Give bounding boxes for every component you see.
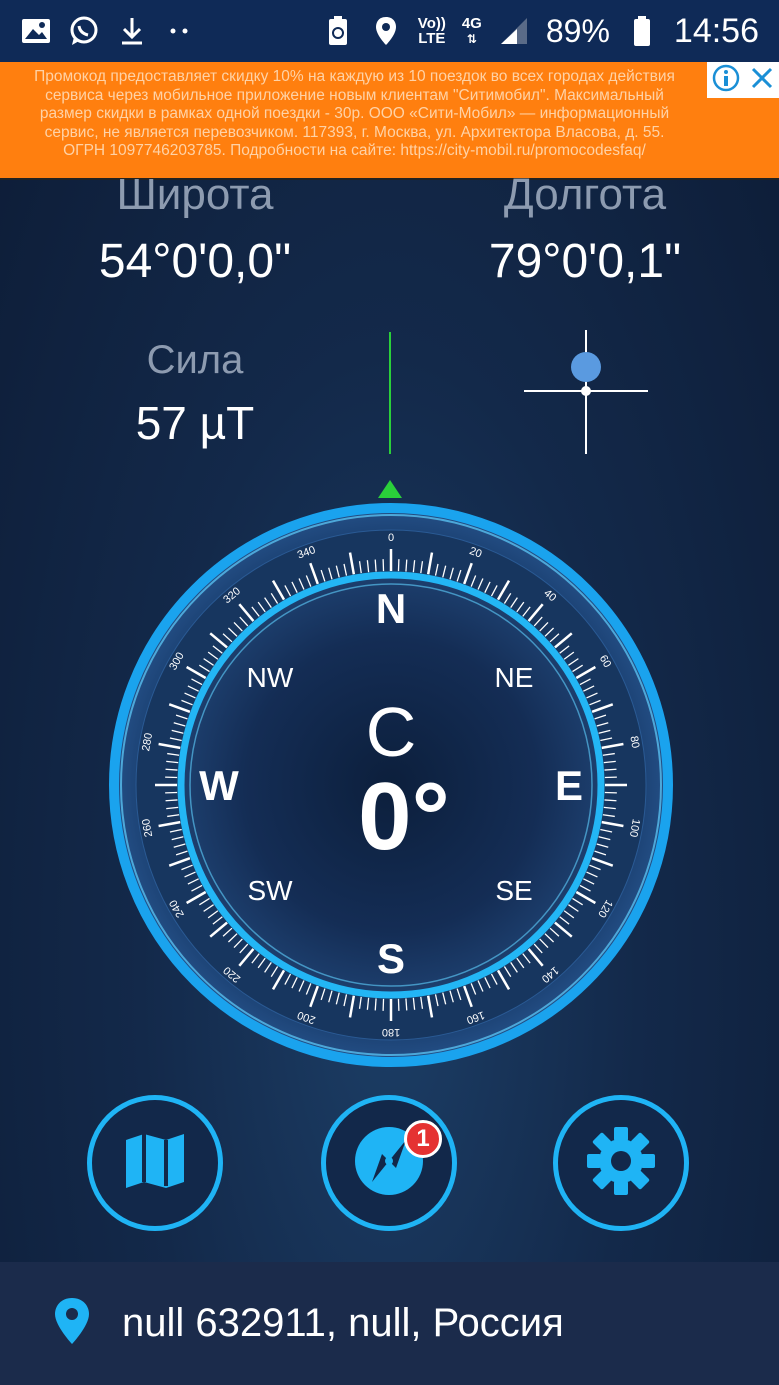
- whatsapp-icon: [68, 15, 100, 47]
- settings-button[interactable]: [553, 1095, 689, 1231]
- cardinal-ne: NE: [494, 662, 534, 693]
- heading-degrees: 0°: [358, 763, 450, 870]
- battery-saver-icon: [322, 15, 354, 47]
- compass-tick: [405, 998, 408, 1011]
- notification-badge: 1: [404, 1120, 442, 1158]
- download-icon: [116, 15, 148, 47]
- location-pin-icon: [52, 1296, 92, 1351]
- latitude-label: Широта: [116, 170, 274, 219]
- volte-indicator: Vo)) LTE: [418, 16, 446, 46]
- compass-tick: [165, 768, 178, 771]
- gear-icon: [584, 1124, 658, 1203]
- heading-letter: С: [365, 693, 417, 771]
- volte-label-bottom: LTE: [418, 30, 446, 47]
- cardinal-e: E: [554, 762, 583, 809]
- compass-tick: [604, 768, 617, 771]
- map-icon: [124, 1132, 186, 1195]
- degree-label: 80: [627, 735, 641, 749]
- cardinal-w: W: [199, 762, 239, 809]
- compass: 0 20 40 60 80 100 120 140 160 180 200 220 240 260 280 3…: [104, 480, 679, 1080]
- status-left: [20, 15, 196, 47]
- map-button[interactable]: [87, 1095, 223, 1231]
- info-icon[interactable]: [712, 64, 740, 97]
- signal-icon: [498, 15, 530, 47]
- latitude-value: 54°0'0,0": [98, 235, 292, 288]
- more-dots-icon: [164, 15, 196, 47]
- longitude-label: Долгота: [503, 170, 667, 219]
- north-marker: [378, 480, 402, 498]
- close-icon[interactable]: [750, 66, 774, 95]
- ad-text[interactable]: Промокод предоставляет скидку 10% на каж…: [34, 68, 675, 159]
- ad-banner[interactable]: Промокод предоставляет скидку 10% на каж…: [0, 62, 779, 180]
- magnetic-value: 57 µT: [135, 397, 255, 449]
- longitude-value: 79°0'0,1": [488, 235, 682, 288]
- level-indicator: [524, 330, 648, 454]
- cardinal-s: S: [376, 935, 405, 982]
- compass-tick: [604, 799, 617, 802]
- address-bar: null 632911, null, Россия: [0, 1262, 779, 1385]
- address-text: null 632911, null, Россия: [122, 1301, 564, 1345]
- battery-icon: [626, 15, 658, 47]
- status-bar: Vo)) LTE 4G ⇅ 89% 14:56: [0, 0, 779, 62]
- magnetic-label: Сила: [146, 338, 244, 382]
- cardinal-nw: NW: [246, 662, 294, 693]
- battery-percent: 89%: [545, 12, 610, 49]
- degree-label: 180: [382, 1026, 400, 1038]
- heading-line: [389, 332, 391, 454]
- compass-tick: [374, 559, 377, 572]
- level-bubble: [571, 352, 601, 382]
- image-icon: [20, 15, 52, 47]
- cardinal-n: N: [375, 585, 407, 632]
- degree-label: 0: [388, 532, 394, 544]
- clock: 14:56: [673, 11, 759, 50]
- cardinal-sw: SW: [247, 875, 293, 906]
- status-right: Vo)) LTE 4G ⇅ 89% 14:56: [322, 12, 759, 51]
- network-indicator: 4G ⇅: [462, 16, 482, 47]
- compass-nav-button[interactable]: 1: [321, 1095, 457, 1231]
- ad-controls: [707, 62, 779, 98]
- cardinal-se: SE: [495, 875, 533, 906]
- compass-tick: [405, 559, 408, 572]
- compass-tick: [374, 998, 377, 1011]
- location-icon: [370, 15, 402, 47]
- network-label: 4G: [461, 14, 482, 32]
- data-arrows-icon: ⇅: [466, 31, 477, 46]
- compass-tick: [165, 799, 178, 802]
